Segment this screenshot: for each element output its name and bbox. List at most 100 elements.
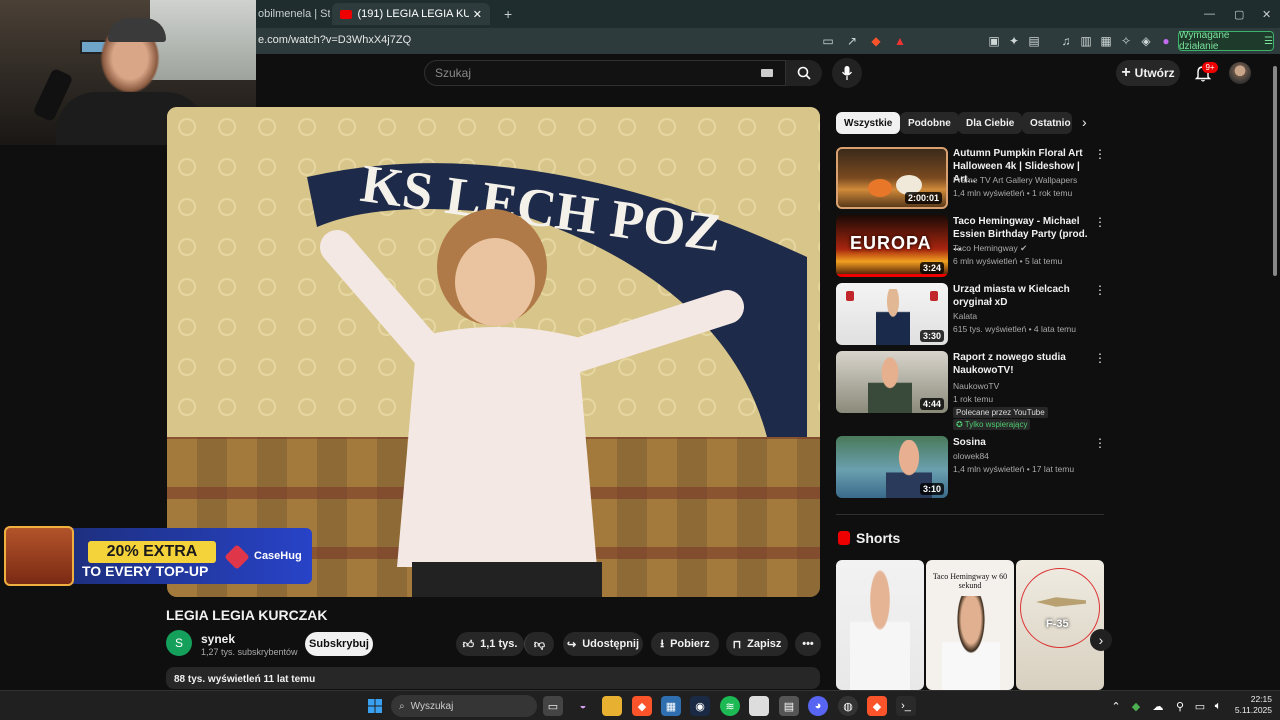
- share-button[interactable]: ↪ Udostępnij: [563, 632, 643, 656]
- notepad-icon[interactable]: [749, 696, 769, 716]
- browser-tab[interactable]: obilmenela | Strea: [250, 3, 330, 25]
- recommendation-title[interactable]: Raport z nowego studia NaukowoTV!: [953, 351, 1088, 377]
- more-vertical-icon[interactable]: ⋮: [1094, 351, 1106, 365]
- more-actions-button[interactable]: •••: [795, 632, 821, 656]
- search-input[interactable]: Szukaj: [424, 60, 786, 86]
- system-clock[interactable]: 22:15 5.11.2025: [1226, 694, 1272, 716]
- browser-tab-active[interactable]: (191) LEGIA LEGIA KURCZAK - Yo ✕: [332, 3, 490, 25]
- screenshot-icon[interactable]: ▤: [1026, 33, 1042, 49]
- keyboard-icon[interactable]: [761, 69, 773, 77]
- shorts-next-button[interactable]: ›: [1090, 629, 1112, 651]
- brave-active-icon[interactable]: ◆: [867, 696, 887, 716]
- cast-icon[interactable]: ▭: [820, 33, 836, 49]
- recommendation-channel[interactable]: NaukowoTV: [953, 381, 999, 391]
- plus-icon: +: [1121, 64, 1131, 81]
- vpn-icon[interactable]: ◈: [1138, 33, 1154, 49]
- file-explorer-icon[interactable]: [602, 696, 622, 716]
- microphone-icon[interactable]: ⚲: [1170, 696, 1190, 716]
- user-avatar[interactable]: [1229, 62, 1251, 84]
- brave-rewards-icon[interactable]: ▲: [892, 33, 908, 49]
- save-button[interactable]: ⊓ Zapisz: [726, 632, 788, 656]
- recommendation-title[interactable]: Sosina: [953, 436, 1088, 449]
- channel-name[interactable]: synek: [201, 632, 235, 646]
- recommendation-item[interactable]: 3:30 Urząd miasta w Kielcach oryginał xD…: [836, 283, 1106, 347]
- obs-icon[interactable]: ◍: [838, 696, 858, 716]
- recommendation-channel[interactable]: Taco Hemingway ✔: [953, 243, 1027, 254]
- windows-start-icon[interactable]: [365, 696, 385, 716]
- short-item[interactable]: F-35: [1016, 560, 1104, 690]
- search-button[interactable]: [786, 60, 822, 86]
- action-required-button[interactable]: Wymagane działanie ☰: [1178, 30, 1274, 52]
- close-tab-icon[interactable]: ✕: [473, 8, 482, 21]
- display-icon[interactable]: ▭: [1190, 696, 1210, 716]
- brave-browser-icon[interactable]: ◆: [632, 696, 652, 716]
- video-thumbnail[interactable]: 4:44: [836, 351, 948, 413]
- like-button[interactable]: 👍︎ 1,1 tys.: [456, 632, 524, 656]
- chip-recent[interactable]: Ostatnio: [1022, 112, 1072, 134]
- more-vertical-icon[interactable]: ⋮: [1094, 436, 1106, 450]
- recommended-badge: Polecane przez YouTube: [953, 407, 1048, 418]
- promo-brand: CaseHug: [254, 550, 302, 562]
- description-box[interactable]: 88 tys. wyświetleń 11 lat temu: [166, 667, 820, 689]
- share-page-icon[interactable]: ↗: [844, 33, 860, 49]
- chevron-right-icon[interactable]: ›: [1082, 114, 1087, 130]
- chip-similar[interactable]: Podobne: [900, 112, 959, 134]
- recommendation-channel[interactable]: Frame TV Art Gallery Wallpapers: [953, 175, 1077, 185]
- brave-shield-icon[interactable]: ◆: [868, 33, 884, 49]
- dislike-button[interactable]: 👎︎: [524, 632, 554, 656]
- tray-app-icon[interactable]: ◆: [1126, 696, 1146, 716]
- media-icon[interactable]: ♫: [1058, 33, 1074, 49]
- cloud-icon[interactable]: ☁: [1148, 696, 1168, 716]
- subscribe-button[interactable]: Subskrybuj: [305, 632, 373, 656]
- video-title: LEGIA LEGIA KURCZAK: [166, 607, 328, 623]
- recommendation-channel[interactable]: Kalata: [953, 311, 977, 321]
- extension-icon[interactable]: ▣: [986, 33, 1002, 49]
- taskbar-search[interactable]: ⌕ Wyszukaj: [391, 695, 537, 717]
- video-thumbnail[interactable]: EUROPA 3:24: [836, 215, 948, 277]
- chip-for-you[interactable]: Dla Ciebie: [958, 112, 1023, 134]
- recommendation-item[interactable]: EUROPA 3:24 Taco Hemingway - Michael Ess…: [836, 215, 1106, 279]
- leo-icon[interactable]: ✧: [1118, 33, 1134, 49]
- close-window-icon[interactable]: ✕: [1254, 3, 1279, 25]
- more-vertical-icon[interactable]: ⋮: [1094, 215, 1106, 229]
- video-thumbnail[interactable]: 3:30: [836, 283, 948, 345]
- tray-chevron-icon[interactable]: ⌃: [1106, 696, 1126, 716]
- video-player[interactable]: KS LECH POZ: [167, 107, 820, 597]
- scrollbar-thumb[interactable]: [1273, 66, 1277, 276]
- short-item[interactable]: [836, 560, 924, 690]
- voice-search-button[interactable]: [832, 58, 862, 88]
- store-icon[interactable]: ▦: [661, 696, 681, 716]
- recommendation-item[interactable]: 3:10 Sosina olowek84 1,4 mln wyświetleń …: [836, 436, 1106, 500]
- chip-all[interactable]: Wszystkie: [836, 112, 901, 134]
- minimize-icon[interactable]: —: [1196, 3, 1223, 25]
- recommendation-item[interactable]: 4:44 Raport z nowego studia NaukowoTV! N…: [836, 351, 1106, 433]
- steam-icon[interactable]: ◉: [690, 696, 710, 716]
- copilot-icon[interactable]: ◒: [573, 696, 593, 716]
- channel-avatar[interactable]: S: [166, 630, 192, 656]
- thumbnail-text: EUROPA: [850, 233, 932, 253]
- recommendation-title[interactable]: Urząd miasta w Kielcach oryginał xD: [953, 283, 1088, 309]
- wallet-icon[interactable]: ▦: [1098, 33, 1114, 49]
- url-field[interactable]: e.com/watch?v=D3WhxX4j7ZQ: [258, 34, 411, 46]
- sidebar-icon[interactable]: ▥: [1078, 33, 1094, 49]
- new-tab-icon[interactable]: +: [496, 3, 520, 25]
- recommendation-item[interactable]: 2:00:01 Autumn Pumpkin Floral Art Hallow…: [836, 147, 1106, 211]
- create-button[interactable]: + Utwórz: [1116, 60, 1180, 86]
- video-thumbnail[interactable]: 2:00:01: [836, 147, 948, 209]
- discord-icon[interactable]: ◕: [808, 696, 828, 716]
- more-vertical-icon[interactable]: ⋮: [1094, 283, 1106, 297]
- spotify-icon[interactable]: ≋: [720, 696, 740, 716]
- puzzle-icon[interactable]: ✦: [1006, 33, 1022, 49]
- task-view-icon[interactable]: ▭: [543, 696, 563, 716]
- download-button[interactable]: ⭳ Pobierz: [651, 632, 719, 656]
- more-vertical-icon[interactable]: ⋮: [1094, 147, 1106, 161]
- promo-banner[interactable]: 20% EXTRA TO EVERY TOP-UP CaseHug: [4, 526, 312, 586]
- video-thumbnail[interactable]: 3:10: [836, 436, 948, 498]
- short-item[interactable]: Taco Hemingway w 60 sekund: [926, 560, 1014, 690]
- calculator-icon[interactable]: ▤: [779, 696, 799, 716]
- terminal-icon[interactable]: ›_: [896, 696, 916, 716]
- volume-icon[interactable]: 🔈︎: [1208, 696, 1228, 716]
- recommendation-channel[interactable]: olowek84: [953, 451, 989, 461]
- maximize-icon[interactable]: ▢: [1226, 3, 1252, 25]
- profile-icon[interactable]: ●: [1158, 33, 1174, 49]
